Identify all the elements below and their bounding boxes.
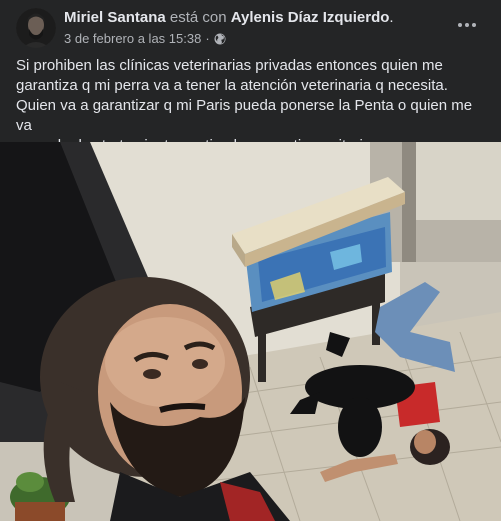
avatar-image	[16, 8, 56, 48]
facebook-post: Miriel Santana está con Aylenis Díaz Izq…	[0, 0, 501, 521]
author-line: Miriel Santana está con Aylenis Díaz Izq…	[64, 9, 394, 27]
tagged-user-link[interactable]: Aylenis Díaz Izquierdo	[231, 9, 390, 26]
photo-image	[0, 142, 501, 521]
author-avatar[interactable]	[16, 8, 56, 48]
meta-separator: ·	[205, 31, 210, 46]
post-text-line: garantiza q mi perra va a tener la atenc…	[16, 77, 448, 94]
post-text-line: Si prohiben las clínicas veterinarias pr…	[16, 57, 443, 74]
author-name-link[interactable]: Miriel Santana	[64, 9, 166, 26]
tagged-suffix: .	[389, 9, 394, 26]
post-header: Miriel Santana está con Aylenis Díaz Izq…	[0, 0, 501, 52]
with-text: está con	[165, 9, 231, 26]
globe-icon[interactable]	[214, 33, 226, 45]
more-options-button[interactable]	[452, 10, 482, 40]
post-meta: 3 de febrero a las 15:38 ·	[64, 31, 226, 47]
ellipsis-icon	[458, 23, 476, 27]
post-photo[interactable]	[0, 142, 501, 521]
post-message: Si prohiben las clínicas veterinarias pr…	[16, 56, 486, 156]
post-timestamp[interactable]: 3 de febrero a las 15:38	[64, 31, 201, 47]
post-text-line: Quien va a garantizar q mi Paris pueda p…	[16, 97, 473, 134]
